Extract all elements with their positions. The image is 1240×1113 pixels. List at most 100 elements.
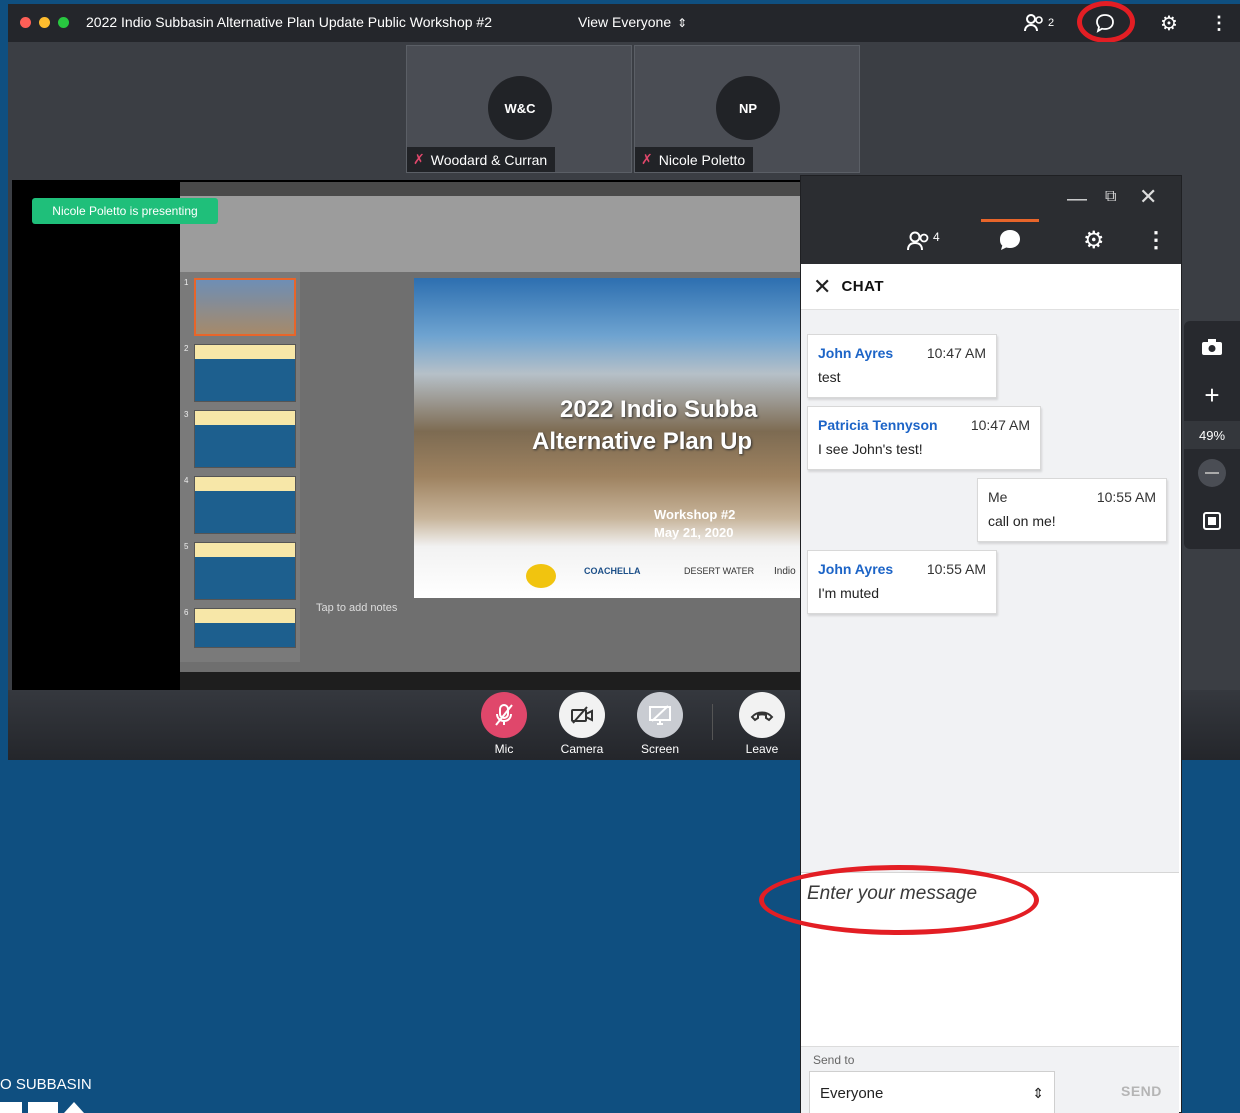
updown-chevron-icon: ⇕ <box>1032 1084 1044 1101</box>
chat-footer: Send to Everyone ⇕ SEND <box>801 1046 1179 1113</box>
mic-off-icon <box>481 692 527 738</box>
thumb-number: 3 <box>184 410 189 419</box>
slide-thumbnail <box>194 542 296 600</box>
chat-header: ✕ CHAT <box>801 264 1179 310</box>
zoom-level: 49% <box>1184 421 1240 449</box>
message-text: test <box>818 369 841 385</box>
chat-window-tabs: 4 ⚙ ⋮ <box>801 218 1181 264</box>
close-chat-icon[interactable]: ✕ <box>813 274 831 300</box>
participant-tile[interactable]: NP ✗ Nicole Poletto <box>634 45 860 173</box>
chat-highlight-ring <box>1077 1 1135 43</box>
message-compose-area[interactable] <box>759 865 1179 1046</box>
fit-view-button[interactable] <box>1194 503 1230 539</box>
thumb-number: 5 <box>184 542 189 551</box>
restore-icon[interactable]: ⧉ <box>1105 188 1116 206</box>
send-button[interactable]: SEND <box>1121 1083 1162 1099</box>
hang-up-icon <box>739 692 785 738</box>
send-to-select[interactable]: Everyone ⇕ <box>809 1071 1055 1113</box>
zoom-out-button[interactable] <box>1194 455 1230 491</box>
gear-icon: ⚙ <box>1083 227 1105 254</box>
tab-settings[interactable]: ⚙ <box>1083 226 1105 255</box>
presenting-banner: Nicole Poletto is presenting <box>32 198 218 224</box>
slide-thumbnail <box>194 344 296 402</box>
mic-label: Mic <box>494 742 514 756</box>
chat-bubble-icon <box>1000 230 1020 250</box>
send-to-label: Send to <box>813 1053 855 1067</box>
plus-icon: + <box>1204 379 1220 410</box>
minus-icon <box>1198 459 1226 487</box>
close-icon[interactable]: ✕ <box>1139 184 1157 210</box>
zoom-in-button[interactable]: + <box>1194 377 1230 413</box>
active-tab-indicator <box>981 219 1039 222</box>
screen-share-button[interactable]: Screen <box>634 692 686 756</box>
thumb-number: 2 <box>184 344 189 353</box>
camera-off-icon <box>559 692 605 738</box>
slide-thumbnail <box>194 476 296 534</box>
chat-window: — ⧉ ✕ 4 ⚙ ⋮ ✕ CHAT John Ayres 10:47 AM t… <box>759 175 1182 1113</box>
slide-title-line2: Alternative Plan Up <box>532 428 753 455</box>
participants-count: 4 <box>933 230 940 244</box>
more-menu-button[interactable]: ⋮ <box>1210 12 1228 34</box>
view-label: View Everyone <box>578 14 672 30</box>
zoom-panel: + 49% <box>1184 321 1240 549</box>
thumb-number: 6 <box>184 608 189 617</box>
zoom-window-dot[interactable] <box>58 17 69 28</box>
vertical-dots-icon: ⋮ <box>1145 227 1167 252</box>
tab-chat[interactable] <box>997 228 1023 257</box>
org-logo-text: O SUBBASIN <box>0 1076 92 1093</box>
slide-thumbnails: 1 2 3 4 5 6 <box>180 272 300 662</box>
camera-icon <box>1202 339 1222 355</box>
avatar: W&C <box>488 76 552 140</box>
minimize-icon[interactable]: — <box>1067 188 1087 211</box>
settings-button[interactable]: ⚙ <box>1160 12 1178 35</box>
slide-thumbnail <box>194 608 296 648</box>
chat-message: Patricia Tennyson 10:47 AM I see John's … <box>807 406 1041 470</box>
vertical-dots-icon: ⋮ <box>1210 12 1228 33</box>
camera-button[interactable]: Camera <box>556 692 608 756</box>
message-time: 10:47 AM <box>926 345 986 361</box>
screen-share-icon <box>637 692 683 738</box>
chat-more-menu[interactable]: ⋮ <box>1145 227 1167 253</box>
minimize-window-dot[interactable] <box>39 17 50 28</box>
org-logo-icon <box>0 1102 84 1113</box>
slide-notes: Tap to add notes <box>316 602 398 614</box>
participant-tile[interactable]: W&C ✗ Woodard & Curran <box>406 45 632 173</box>
tab-participants[interactable]: 4 <box>907 230 940 252</box>
title-bar: 2022 Indio Subbasin Alternative Plan Upd… <box>8 1 1240 43</box>
slide-workshop-label: Workshop #2 <box>654 507 736 522</box>
chat-message-own: Me 10:55 AM call on me! <box>977 478 1167 542</box>
slide-logo-desert-water: DESERT WATER <box>684 566 755 576</box>
pip-icon <box>1203 512 1221 530</box>
cvwd-logo-icon <box>526 564 556 588</box>
slide-title-line1: 2022 Indio Subba <box>560 396 758 423</box>
leave-button[interactable]: Leave <box>736 692 788 756</box>
message-time: 10:55 AM <box>1096 489 1156 505</box>
window-title: 2022 Indio Subbasin Alternative Plan Upd… <box>86 14 493 30</box>
snapshot-button[interactable] <box>1194 329 1230 365</box>
chat-message: John Ayres 10:55 AM I'm muted <box>807 550 997 614</box>
leave-label: Leave <box>745 742 779 756</box>
chat-message: John Ayres 10:47 AM test <box>807 334 997 398</box>
gear-icon: ⚙ <box>1160 12 1178 35</box>
chat-title: CHAT <box>841 278 884 295</box>
ppt-ribbon <box>180 182 804 272</box>
send-to-value: Everyone <box>820 1084 884 1102</box>
message-text: I'm muted <box>818 585 880 601</box>
camera-label: Camera <box>560 742 604 756</box>
participant-name: Woodard & Curran <box>430 151 548 168</box>
participants-button[interactable]: 2 <box>1024 12 1054 34</box>
message-text: call on me! <box>988 513 1056 529</box>
message-text: I see John's test! <box>818 441 923 457</box>
message-time: 10:47 AM <box>970 417 1030 433</box>
screen-share-stage[interactable]: 1 2 3 4 5 6 2022 Indio Subba Alternative… <box>12 180 804 690</box>
controls-divider <box>712 704 713 740</box>
view-selector[interactable]: View Everyone ⇕ <box>578 14 687 30</box>
participant-nametag: ✗ Nicole Poletto <box>635 147 754 172</box>
mic-button[interactable]: Mic <box>478 692 530 756</box>
close-window-dot[interactable] <box>20 17 31 28</box>
slide-logo-coachella: COACHELLA <box>584 566 641 576</box>
mic-muted-icon: ✗ <box>413 151 425 167</box>
ppt-titlebar <box>180 182 804 196</box>
input-highlight-ring <box>759 865 1039 935</box>
shared-taskbar <box>180 672 804 690</box>
